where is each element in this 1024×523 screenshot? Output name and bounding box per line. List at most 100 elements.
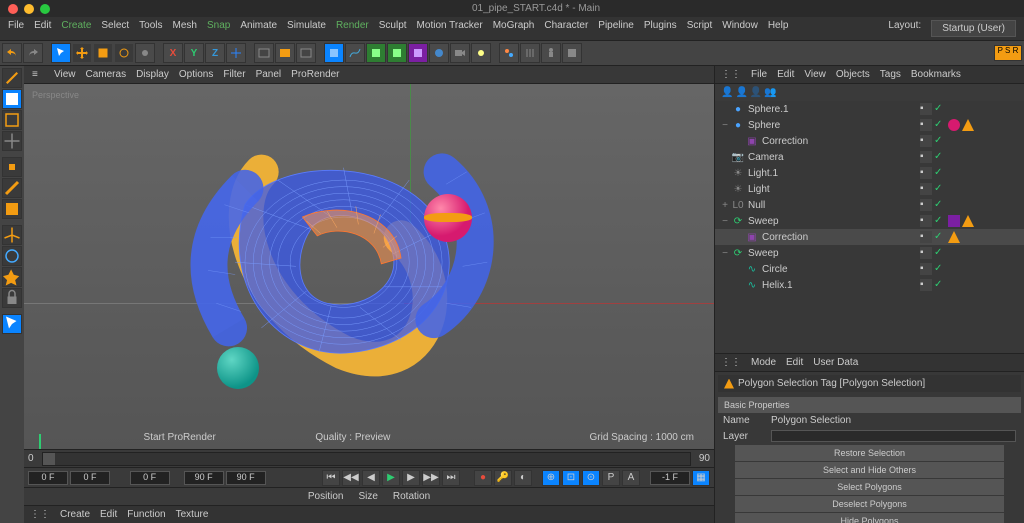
tag-btn[interactable] xyxy=(562,43,582,63)
workplane[interactable] xyxy=(2,131,22,151)
menu-create[interactable]: Create xyxy=(61,20,91,37)
add-generator[interactable] xyxy=(366,43,386,63)
model-mode[interactable] xyxy=(2,89,22,109)
coord-sys[interactable] xyxy=(226,43,246,63)
obj-row-helix-1[interactable]: ∿Helix.1▪✓ xyxy=(715,277,1024,293)
vm-display[interactable]: Display xyxy=(136,69,169,80)
add-light[interactable] xyxy=(471,43,491,63)
filter-icon[interactable]: 👤 xyxy=(735,87,747,98)
recent-tool[interactable] xyxy=(135,43,155,63)
menu-tools[interactable]: Tools xyxy=(139,20,162,37)
timeline[interactable]: 0 90 xyxy=(24,449,714,467)
render-view[interactable] xyxy=(254,43,274,63)
obj-row-camera[interactable]: 📷Camera▪✓ xyxy=(715,149,1024,165)
goto-prevkey[interactable]: ◀◀ xyxy=(342,470,360,486)
locked[interactable] xyxy=(2,288,22,308)
menu-motiontracker[interactable]: Motion Tracker xyxy=(417,20,483,37)
rotate-tool[interactable] xyxy=(114,43,134,63)
frame-start-preview[interactable]: 0 F xyxy=(70,471,110,485)
menu-pipeline[interactable]: Pipeline xyxy=(598,20,634,37)
menu-snap[interactable]: Snap xyxy=(207,20,230,37)
add-environment[interactable] xyxy=(429,43,449,63)
record-key[interactable]: ● xyxy=(474,470,492,486)
frame-end-preview[interactable]: 90 F xyxy=(184,471,224,485)
add-spline[interactable] xyxy=(345,43,365,63)
mat-create[interactable]: Create xyxy=(60,509,90,520)
frame-step[interactable]: -1 F xyxy=(650,471,690,485)
menu-script[interactable]: Script xyxy=(687,20,713,37)
viewport-solo[interactable] xyxy=(2,246,22,266)
vm-view[interactable]: View xyxy=(54,69,76,80)
poly-mode[interactable] xyxy=(2,199,22,219)
obj-row-sphere-1[interactable]: ●Sphere.1▪✓ xyxy=(715,101,1024,117)
frame-end-project[interactable]: 90 F xyxy=(226,471,266,485)
make-editable[interactable] xyxy=(2,68,22,88)
hair-btn[interactable] xyxy=(520,43,540,63)
obj-row-light-1[interactable]: ☀Light.1▪✓ xyxy=(715,165,1024,181)
char-btn[interactable] xyxy=(541,43,561,63)
layout-selector[interactable]: Startup (User) xyxy=(931,20,1016,37)
select-tool[interactable] xyxy=(51,43,71,63)
mat-function[interactable]: Function xyxy=(127,509,165,520)
render-settings[interactable] xyxy=(296,43,316,63)
vm-cameras[interactable]: Cameras xyxy=(86,69,127,80)
menu-simulate[interactable]: Simulate xyxy=(287,20,326,37)
attr-btn-restore-selection[interactable]: Restore Selection xyxy=(735,445,1004,461)
render-pv[interactable] xyxy=(275,43,295,63)
key-pla[interactable]: A xyxy=(622,470,640,486)
axis-y-toggle[interactable]: Y xyxy=(184,43,204,63)
vm-filter[interactable]: Filter xyxy=(223,69,245,80)
menu-character[interactable]: Character xyxy=(544,20,588,37)
powerslider[interactable]: ▦ xyxy=(692,470,710,486)
key-param[interactable]: P xyxy=(602,470,620,486)
obj-row-light[interactable]: ☀Light▪✓ xyxy=(715,181,1024,197)
om-objects[interactable]: Objects xyxy=(836,69,870,80)
add-generator2[interactable] xyxy=(387,43,407,63)
point-mode[interactable] xyxy=(2,157,22,177)
om-edit[interactable]: Edit xyxy=(777,69,794,80)
vm-panel[interactable]: Panel xyxy=(256,69,282,80)
attr-btn-select-polygons[interactable]: Select Polygons xyxy=(735,479,1004,495)
axis-x-toggle[interactable]: X xyxy=(163,43,183,63)
key-scale[interactable]: ⊡ xyxy=(562,470,580,486)
mat-edit[interactable]: Edit xyxy=(100,509,117,520)
attr-section-header[interactable]: Basic Properties xyxy=(718,397,1021,413)
obj-row-sweep[interactable]: −⟳Sweep▪✓ xyxy=(715,245,1024,261)
goto-nextkey[interactable]: ▶▶ xyxy=(422,470,440,486)
obj-row-null[interactable]: +L0Null▪✓ xyxy=(715,197,1024,213)
am-userdata[interactable]: User Data xyxy=(813,357,858,368)
axis-z-toggle[interactable]: Z xyxy=(205,43,225,63)
menu-mesh[interactable]: Mesh xyxy=(173,20,197,37)
edge-mode[interactable] xyxy=(2,178,22,198)
menu-help[interactable]: Help xyxy=(768,20,789,37)
obj-row-correction[interactable]: ▣Correction▪✓ xyxy=(715,229,1024,245)
obj-row-correction[interactable]: ▣Correction▪✓ xyxy=(715,133,1024,149)
vm-prorender[interactable]: ProRender xyxy=(291,69,339,80)
attr-btn-deselect-polygons[interactable]: Deselect Polygons xyxy=(735,496,1004,512)
add-deformer[interactable] xyxy=(408,43,428,63)
filter-icon[interactable]: 👥 xyxy=(764,87,776,98)
vm-options[interactable]: Options xyxy=(179,69,213,80)
psr-toggle[interactable]: P S R xyxy=(994,45,1022,61)
am-mode[interactable]: Mode xyxy=(751,357,776,368)
maximize-btn[interactable] xyxy=(40,4,50,14)
goto-end[interactable]: ⏭ xyxy=(442,470,460,486)
redo-btn[interactable] xyxy=(23,43,43,63)
menu-window[interactable]: Window xyxy=(722,20,758,37)
menu-mograph[interactable]: MoGraph xyxy=(493,20,535,37)
close-btn[interactable] xyxy=(8,4,18,14)
menu-plugins[interactable]: Plugins xyxy=(644,20,677,37)
mograph-btn[interactable] xyxy=(499,43,519,63)
key-rot[interactable]: ⊙ xyxy=(582,470,600,486)
tweak-mode[interactable] xyxy=(2,314,22,334)
goto-start[interactable]: ⏮ xyxy=(322,470,340,486)
attr-btn-select-and-hide-others[interactable]: Select and Hide Others xyxy=(735,462,1004,478)
frame-start-project[interactable]: 0 F xyxy=(28,471,68,485)
menu-animate[interactable]: Animate xyxy=(240,20,277,37)
texture-axis[interactable] xyxy=(2,110,22,130)
move-tool[interactable] xyxy=(72,43,92,63)
viewport[interactable]: Perspective xyxy=(24,84,714,449)
filter-icon[interactable]: 👤 xyxy=(721,87,733,98)
obj-row-circle[interactable]: ∿Circle▪✓ xyxy=(715,261,1024,277)
undo-btn[interactable] xyxy=(2,43,22,63)
